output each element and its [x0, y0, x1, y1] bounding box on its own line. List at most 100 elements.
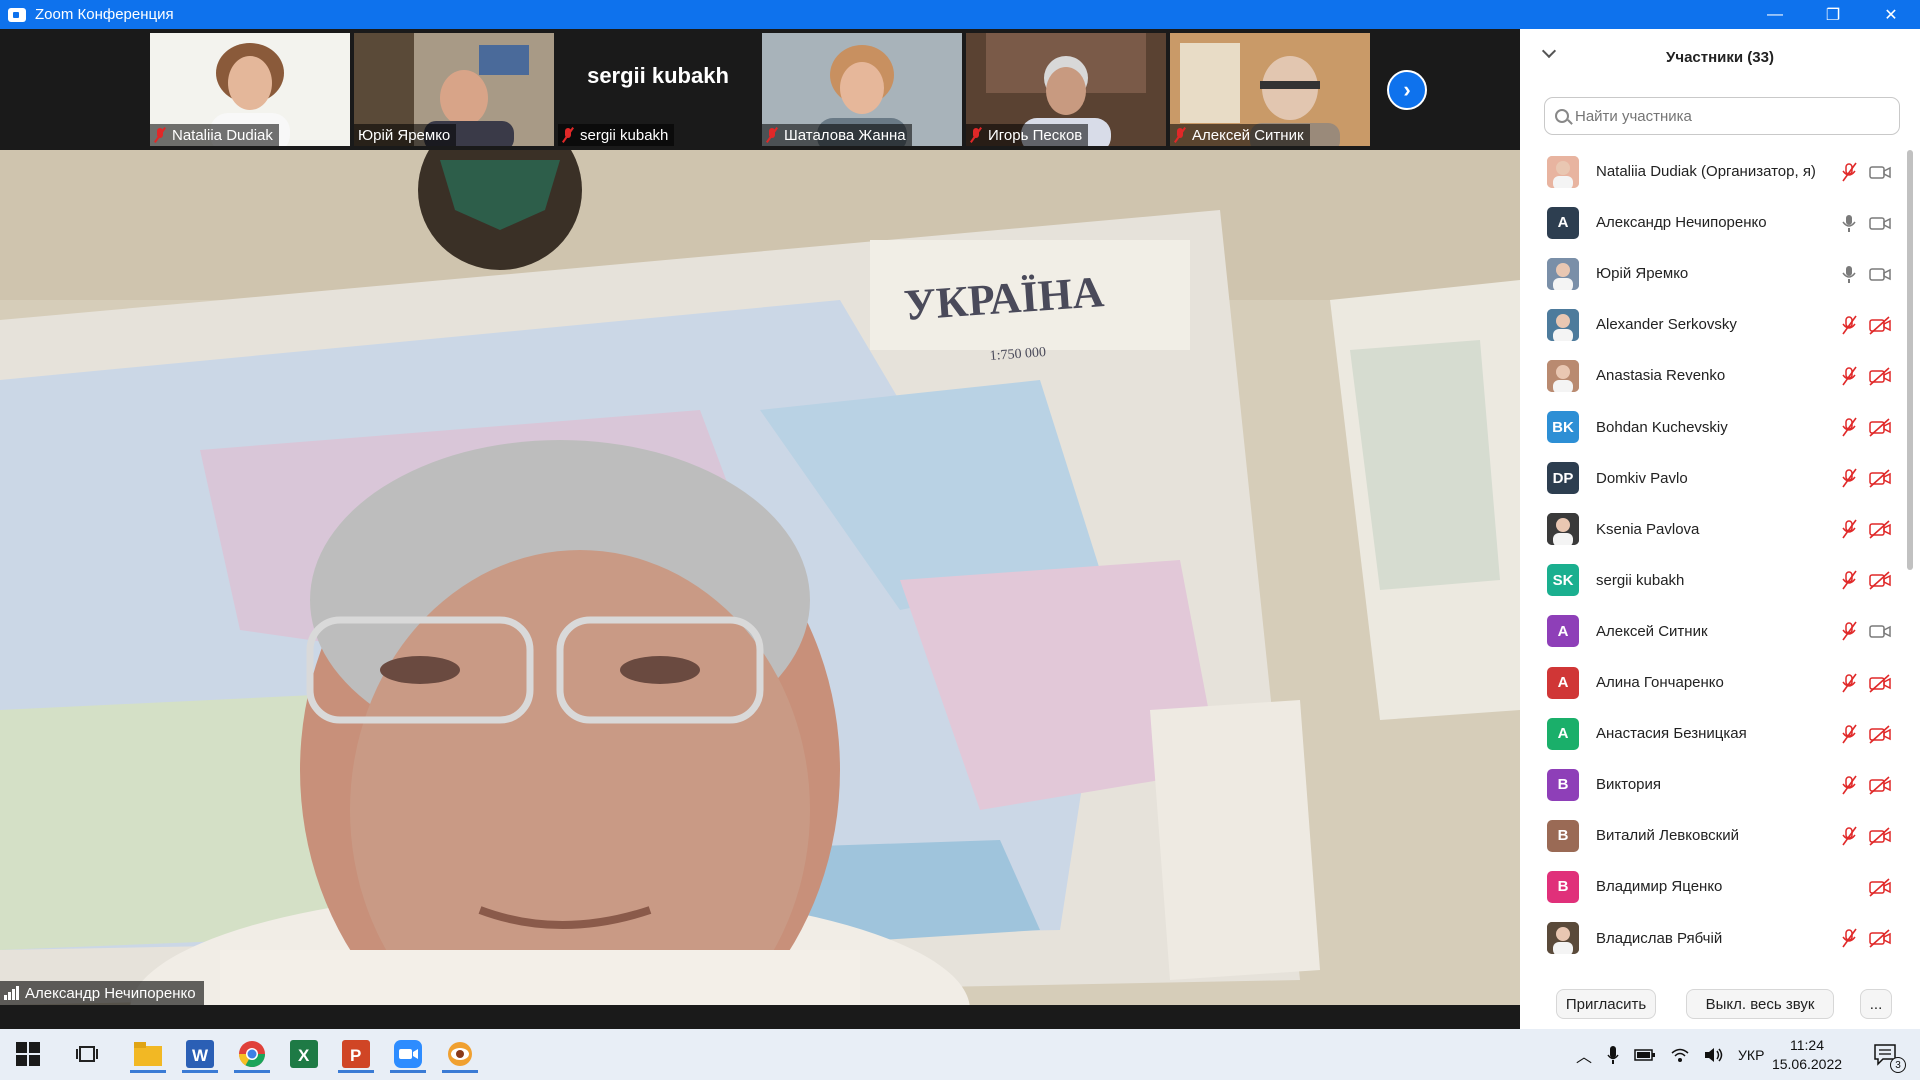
clock[interactable]: 11:24 15.06.2022 — [1767, 1029, 1847, 1080]
camera-off-icon[interactable] — [1868, 928, 1892, 948]
camera-off-icon[interactable] — [1868, 570, 1892, 590]
thumbnail-name-tag: Шаталова Жанна — [762, 124, 912, 146]
mic-muted-icon[interactable] — [1840, 468, 1858, 488]
participant-row[interactable]: B Владимир Яценко — [1520, 861, 1900, 912]
search-input[interactable] — [1575, 107, 1875, 125]
mic-muted-icon[interactable] — [1840, 673, 1858, 693]
microphone-icon[interactable] — [1606, 1045, 1620, 1065]
mic-muted-icon — [1174, 127, 1186, 143]
participant-row[interactable]: B Виталий Левковский — [1520, 810, 1900, 861]
participant-name: Anastasia Revenko — [1596, 367, 1726, 385]
participant-row[interactable]: BK Bohdan Kuchevskiy — [1520, 402, 1900, 453]
avatar: A — [1547, 717, 1579, 750]
participant-search[interactable] — [1544, 97, 1900, 135]
show-hidden-icons-icon[interactable]: ︿ — [1576, 1043, 1592, 1067]
mic-muted-icon[interactable] — [1840, 775, 1858, 795]
participant-row[interactable]: Alexander Serkovsky — [1520, 299, 1900, 350]
thumbnail-video[interactable]: Юрій Яремко — [354, 33, 554, 146]
participant-list-scrollbar[interactable] — [1906, 146, 1914, 946]
thumbnail-video[interactable]: Алексей Ситник — [1170, 33, 1370, 146]
scrollbar-thumb[interactable] — [1907, 150, 1913, 570]
mic-muted-icon[interactable] — [1840, 162, 1858, 182]
camera-icon[interactable] — [1868, 621, 1892, 641]
camera-off-icon[interactable] — [1868, 366, 1892, 386]
camera-off-icon[interactable] — [1868, 468, 1892, 488]
camera-off-icon[interactable] — [1868, 519, 1892, 539]
participant-name: Владимир Яценко — [1596, 878, 1723, 896]
camera-icon[interactable] — [1868, 264, 1892, 284]
word-button[interactable]: W — [178, 1035, 222, 1073]
camera-off-icon[interactable] — [1868, 417, 1892, 437]
mic-muted-icon[interactable] — [1840, 724, 1858, 744]
more-options-button[interactable]: ... — [1860, 989, 1892, 1019]
avatar: A — [1547, 666, 1579, 699]
participant-row[interactable]: A Алексей Ситник — [1520, 606, 1900, 657]
mute-all-button[interactable]: Выкл. весь звук — [1686, 989, 1834, 1019]
participant-row[interactable]: B Виктория — [1520, 759, 1900, 810]
mic-muted-icon[interactable] — [1840, 928, 1858, 948]
chrome-button[interactable] — [230, 1035, 274, 1073]
battery-icon[interactable] — [1634, 1048, 1656, 1062]
invite-button[interactable]: Пригласить — [1556, 989, 1656, 1019]
thumbnail-name-tag: Алексей Ситник — [1170, 124, 1310, 146]
input-language[interactable]: УКР — [1738, 1047, 1764, 1063]
participant-row[interactable]: A Александр Нечипоренко — [1520, 197, 1900, 248]
file-explorer-button[interactable] — [126, 1035, 170, 1073]
mic-muted-icon[interactable] — [1840, 621, 1858, 641]
participant-row[interactable]: SK sergii kubakh — [1520, 555, 1900, 606]
participant-row[interactable]: Владислав Рябчій — [1520, 913, 1900, 964]
minimize-button[interactable]: — — [1746, 0, 1804, 29]
participant-name: Bohdan Kuchevskiy — [1596, 418, 1728, 436]
camera-off-icon[interactable] — [1868, 877, 1892, 897]
camera-off-icon[interactable] — [1868, 775, 1892, 795]
maximize-button[interactable]: ❐ — [1804, 0, 1862, 29]
mic-muted-icon[interactable] — [1840, 417, 1858, 437]
start-button[interactable] — [6, 1035, 50, 1073]
camera-off-icon[interactable] — [1868, 724, 1892, 744]
next-page-button[interactable]: › — [1387, 70, 1427, 110]
participant-row[interactable]: A Анастасия Безницкая — [1520, 708, 1900, 759]
thumbnail-video[interactable]: Nataliia Dudiak — [150, 33, 350, 146]
participant-row[interactable]: Ksenia Pavlova — [1520, 504, 1900, 555]
thumbnail-video[interactable]: Шаталова Жанна — [762, 33, 962, 146]
participant-row[interactable]: DP Domkiv Pavlo — [1520, 453, 1900, 504]
zoom-app-icon — [8, 7, 26, 22]
mic-muted-icon — [970, 127, 982, 143]
word-icon: W — [186, 1040, 214, 1068]
close-button[interactable]: ✕ — [1862, 0, 1920, 29]
participant-row[interactable]: Anastasia Revenko — [1520, 350, 1900, 401]
mic-muted-icon[interactable] — [1840, 366, 1858, 386]
participant-row[interactable]: A Алина Гончаренко — [1520, 657, 1900, 708]
mic-icon[interactable] — [1840, 213, 1858, 233]
chevron-down-icon[interactable] — [1541, 43, 1557, 59]
participant-row[interactable]: Юрій Яремко — [1520, 248, 1900, 299]
notifications-button[interactable]: 3 — [1866, 1029, 1906, 1080]
participant-row[interactable]: Nataliia Dudiak (Организатор, я) — [1520, 146, 1900, 197]
mic-muted-icon[interactable] — [1840, 570, 1858, 590]
participant-name-display: sergii kubakh — [587, 63, 729, 88]
volume-icon[interactable] — [1704, 1047, 1724, 1063]
folder-icon — [134, 1042, 162, 1066]
powerpoint-button[interactable]: P — [334, 1035, 378, 1073]
task-view-button[interactable] — [66, 1035, 110, 1073]
camera-icon[interactable] — [1868, 162, 1892, 182]
participants-header: Участники (33) — [1520, 29, 1920, 85]
mic-muted-icon[interactable] — [1840, 519, 1858, 539]
excel-button[interactable]: X — [282, 1035, 326, 1073]
thumbnail-video[interactable]: sergii kubakh sergii kubakh — [558, 33, 758, 146]
search-icon — [1555, 109, 1569, 123]
camera-off-icon[interactable] — [1868, 826, 1892, 846]
camera-off-icon[interactable] — [1868, 673, 1892, 693]
camera-off-icon[interactable] — [1868, 315, 1892, 335]
task-view-icon — [76, 1046, 98, 1062]
mic-icon[interactable] — [1840, 264, 1858, 284]
wifi-icon[interactable] — [1670, 1047, 1690, 1063]
mic-muted-icon[interactable] — [1840, 826, 1858, 846]
mic-muted-icon — [154, 127, 166, 143]
app-button[interactable] — [438, 1035, 482, 1073]
thumbnail-video[interactable]: Игорь Песков — [966, 33, 1166, 146]
speaker-video-frame: УКРАЇНА 1:750 000 — [0, 150, 1520, 1005]
zoom-button[interactable] — [386, 1035, 430, 1073]
mic-muted-icon[interactable] — [1840, 315, 1858, 335]
camera-icon[interactable] — [1868, 213, 1892, 233]
